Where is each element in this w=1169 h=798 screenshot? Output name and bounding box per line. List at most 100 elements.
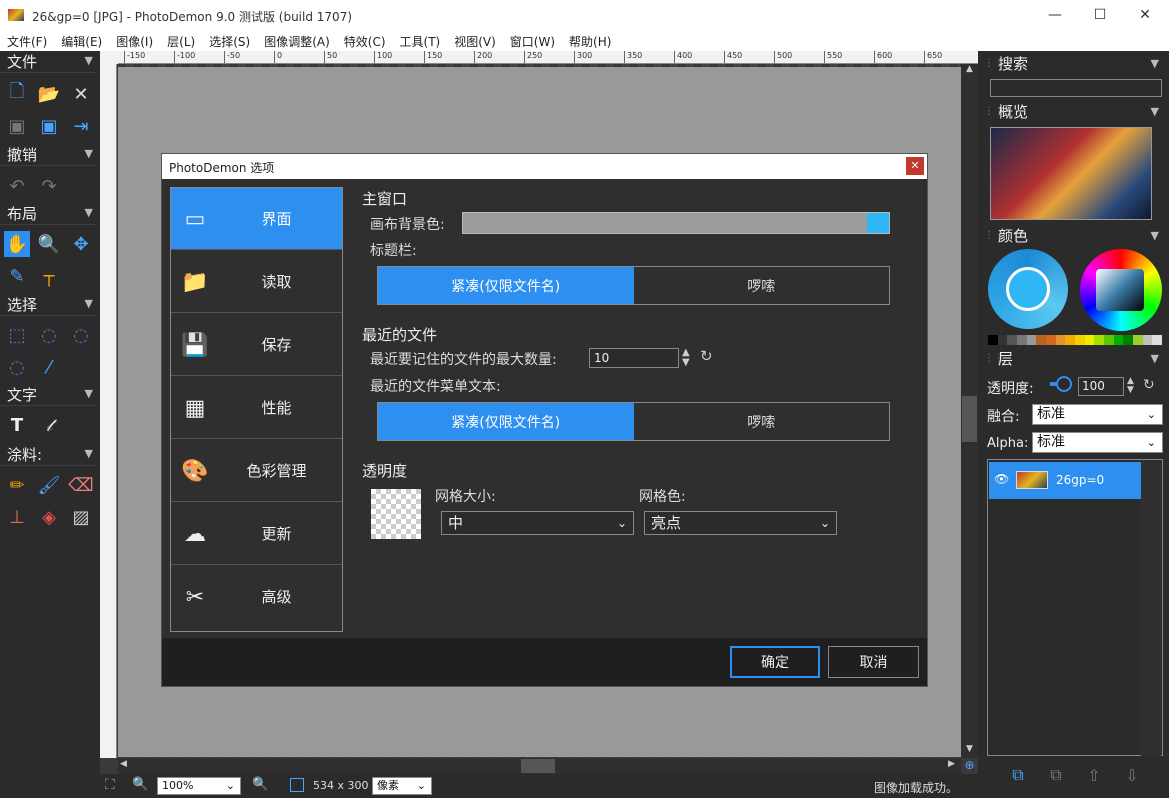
palette-swatch[interactable] [1017, 335, 1027, 345]
grid-size-select[interactable]: 中 ⌄ [441, 511, 634, 535]
grid-color-select[interactable]: 亮点 ⌄ [644, 511, 837, 535]
canvas-bg-color-picker[interactable] [462, 212, 890, 234]
opacity-input[interactable]: 100 [1078, 377, 1124, 396]
fit-screen-icon[interactable]: ⛶ [105, 777, 115, 793]
menu-tools[interactable]: 工具(T) [393, 30, 448, 51]
category-advanced[interactable]: ✂ 高级 [171, 566, 342, 628]
zoom-in-icon[interactable]: 🔍 [252, 777, 268, 792]
primary-color-swatch[interactable] [1006, 267, 1050, 311]
category-save[interactable]: 💾 保存 [171, 314, 342, 376]
scroll-down-icon[interactable]: ▼ [961, 744, 978, 758]
measure-icon[interactable]: ┬ [36, 263, 62, 289]
maximize-button[interactable]: ☐ [1085, 4, 1115, 26]
brush-icon[interactable]: 🖌 [36, 472, 62, 498]
opacity-spinner-icon[interactable]: ▲ ▼ [1127, 377, 1134, 395]
alpha-mode-select[interactable]: 标准 ⌄ [1032, 432, 1163, 453]
toolbar-section-file[interactable]: 文件 ▼ [0, 51, 97, 73]
layer-row[interactable]: 👁 26gp=0 [989, 462, 1161, 499]
category-update[interactable]: ☁ 更新 [171, 503, 342, 565]
close-button[interactable]: ✕ [1130, 4, 1160, 26]
zoom-select[interactable]: 100% ⌄ [157, 777, 241, 795]
palette-swatch[interactable] [1084, 335, 1095, 345]
save-icon[interactable]: ▣ [4, 113, 30, 139]
menu-help[interactable]: 帮助(H) [562, 30, 618, 51]
palette-swatch[interactable] [1094, 335, 1105, 345]
palette-swatch[interactable] [1133, 335, 1143, 345]
menu-image[interactable]: 图像(I) [109, 30, 160, 51]
palette-swatch[interactable] [1007, 335, 1018, 345]
dialog-close-button[interactable]: ✕ [906, 157, 924, 175]
opacity-slider-knob[interactable] [1056, 376, 1072, 392]
move-layer-down-icon[interactable]: ⇩ [1120, 763, 1144, 787]
center-icon[interactable]: ⊕ [961, 758, 978, 774]
palette-swatch[interactable] [1075, 335, 1085, 345]
ok-button[interactable]: 确定 [730, 646, 820, 678]
reset-icon[interactable]: ↻ [1143, 377, 1155, 393]
gradient-icon[interactable]: ▨ [68, 504, 94, 530]
toolbar-section-select[interactable]: 选择 ▼ [0, 294, 97, 316]
move-layer-up-icon[interactable]: ⇧ [1082, 763, 1106, 787]
scroll-up-icon[interactable]: ▲ [961, 64, 978, 78]
toolbar-section-layout[interactable]: 布局 ▼ [0, 203, 97, 225]
menu-select[interactable]: 选择(S) [202, 30, 257, 51]
eye-icon[interactable]: 👁 [994, 472, 1009, 486]
palette-swatch[interactable] [988, 335, 998, 345]
palette-swatch[interactable] [997, 335, 1008, 345]
save-as-icon[interactable]: ▣ [36, 113, 62, 139]
zoom-out-icon[interactable]: 🔍 [132, 777, 148, 792]
export-icon[interactable]: ⇥ [68, 113, 94, 139]
typography-tool-icon[interactable]: 𝓉 [36, 412, 62, 438]
color-palette[interactable] [988, 335, 1163, 345]
palette-swatch[interactable] [1142, 335, 1153, 345]
add-layer-icon[interactable]: ⧉ [1006, 763, 1030, 787]
horizontal-scrollbar[interactable]: ◀ ▶ [118, 758, 961, 774]
fill-bucket-icon[interactable]: ◈ [36, 504, 62, 530]
palette-swatch[interactable] [1055, 335, 1066, 345]
scroll-right-icon[interactable]: ▶ [948, 759, 955, 769]
panel-color-header[interactable]: ⋮⋮ 颜色 ▼ [978, 225, 1169, 249]
search-input[interactable] [990, 79, 1162, 97]
rect-select-icon[interactable]: ⬚ [4, 322, 30, 348]
eyedropper-icon[interactable]: ✎ [4, 263, 30, 289]
zoom-tool-icon[interactable]: 🔍 [36, 231, 62, 257]
menu-adjust[interactable]: 图像调整(A) [257, 30, 337, 51]
text-tool-icon[interactable]: T [4, 412, 30, 438]
toolbar-section-text[interactable]: 文字 ▼ [0, 384, 97, 406]
palette-swatch[interactable] [1036, 335, 1047, 345]
color-square[interactable] [1096, 269, 1144, 311]
titlebar-option-compact[interactable]: 紧凑(仅限文件名) [378, 267, 634, 304]
panel-overview-header[interactable]: ⋮⋮ 概览 ▼ [978, 101, 1169, 125]
move-tool-icon[interactable]: ✥ [68, 231, 94, 257]
minimize-button[interactable]: — [1040, 4, 1070, 26]
toolbar-section-undo[interactable]: 撤销 ▼ [0, 144, 97, 166]
palette-swatch[interactable] [1104, 335, 1114, 345]
eraser-icon[interactable]: ⌫ [68, 472, 94, 498]
redo-icon[interactable]: ↷ [36, 173, 62, 199]
menu-effects[interactable]: 特效(C) [337, 30, 393, 51]
vertical-scrollbar[interactable]: ▲ ▼ [961, 64, 978, 758]
open-folder-icon[interactable]: 📂 [36, 81, 62, 107]
menu-layer[interactable]: 层(L) [160, 30, 202, 51]
cancel-button[interactable]: 取消 [828, 646, 919, 678]
recent-max-spinner-icon[interactable]: ▲ ▼ [682, 348, 690, 368]
category-color-management[interactable]: 🎨 色彩管理 [171, 440, 342, 502]
vertical-scroll-thumb[interactable] [962, 396, 977, 442]
menu-file[interactable]: 文件(F) [0, 30, 54, 51]
recent-option-verbose[interactable]: 啰嗦 [634, 403, 890, 440]
recent-option-compact[interactable]: 紧凑(仅限文件名) [378, 403, 634, 440]
palette-swatch[interactable] [1113, 335, 1124, 345]
ellipse-select-icon[interactable]: ◌ [36, 322, 62, 348]
palette-swatch[interactable] [1123, 335, 1134, 345]
lasso-select-icon[interactable]: ◌ [68, 322, 94, 348]
blend-mode-select[interactable]: 标准 ⌄ [1032, 404, 1163, 425]
category-performance[interactable]: ▦ 性能 [171, 377, 342, 439]
toolbar-section-paint[interactable]: 涂料: ▼ [0, 444, 97, 466]
menu-edit[interactable]: 编辑(E) [54, 30, 109, 51]
close-icon[interactable]: ✕ [68, 81, 94, 107]
undo-icon[interactable]: ↶ [4, 173, 30, 199]
magic-wand-icon[interactable]: ⁄ [36, 354, 62, 380]
horizontal-scroll-thumb[interactable] [521, 759, 555, 773]
reset-icon[interactable]: ↻ [700, 347, 713, 365]
palette-swatch[interactable] [1152, 335, 1163, 345]
category-interface[interactable]: ▭ 界面 [171, 188, 342, 250]
